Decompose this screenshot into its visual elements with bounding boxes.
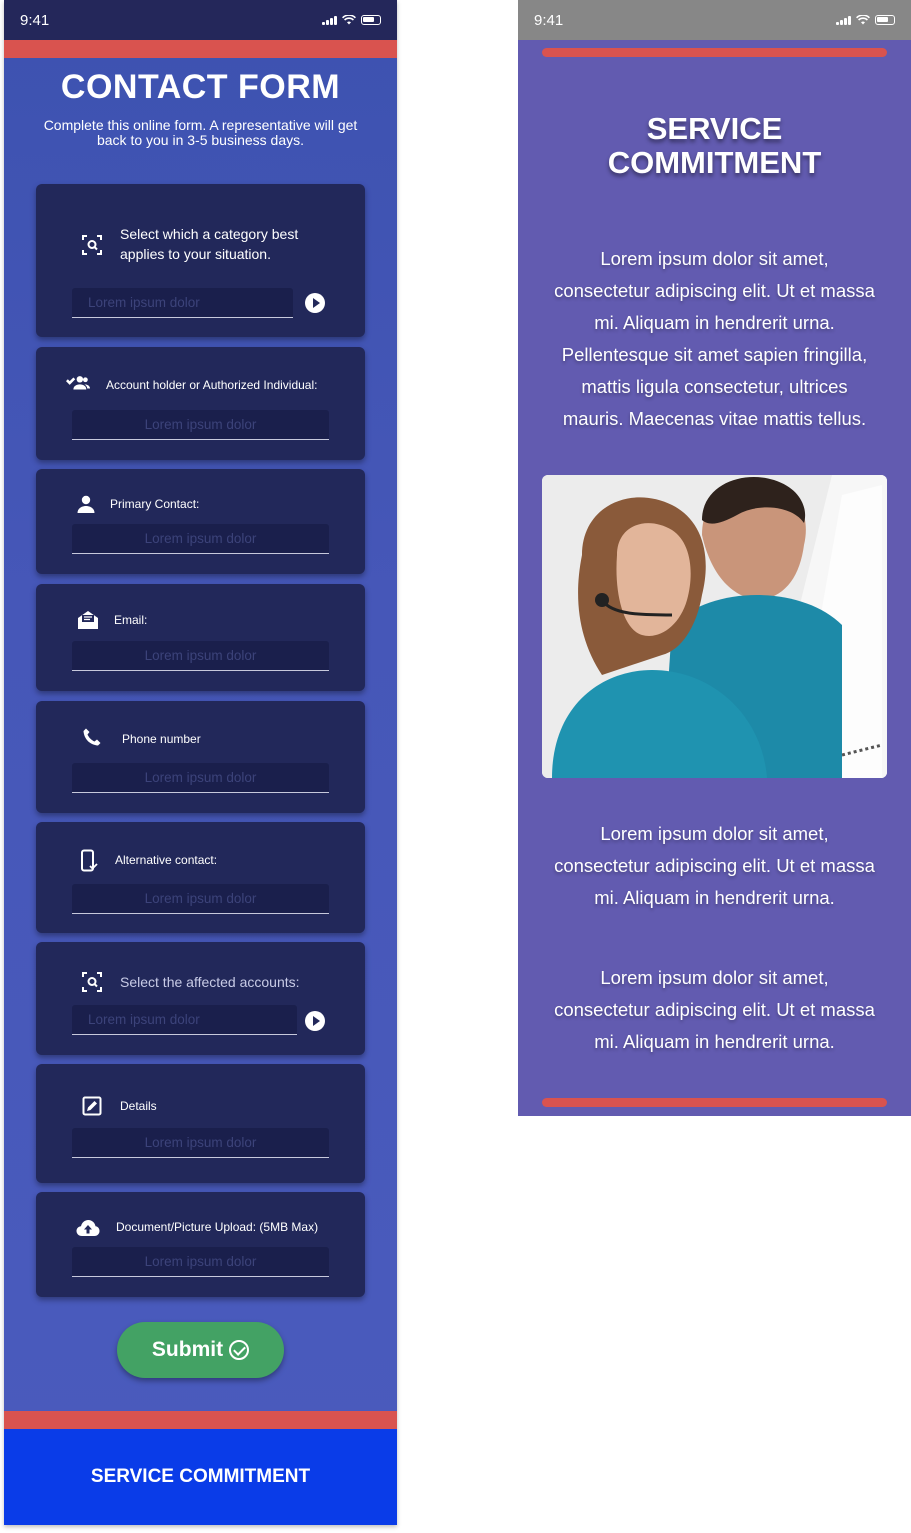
check-circle-icon <box>229 1340 250 1360</box>
contact-form-screen: 9:41 CONTACT FORM Complete this online f… <box>4 0 397 1525</box>
paragraph-3: Lorem ipsum dolor sit amet, consectetur … <box>554 967 875 1052</box>
details-label: Details <box>120 1099 157 1113</box>
primary-contact-input[interactable]: Lorem ipsum dolor <box>72 524 329 554</box>
service-commitment-screen: 9:41 SERVICE COMMITMENT Lorem ipsum dolo… <box>518 0 911 1116</box>
primary-contact-label: Primary Contact: <box>110 497 200 511</box>
email-card: Email: Lorem ipsum dolor <box>36 584 365 691</box>
footer-label: SERVICE COMMITMENT <box>90 1466 311 1487</box>
affected-accounts-card: Select the affected accounts: Lorem ipsu… <box>36 942 365 1055</box>
header-accent-bar <box>4 40 397 58</box>
details-card: Details Lorem ipsum dolor <box>36 1064 365 1183</box>
battery-icon <box>361 15 381 25</box>
footer-accent-bar <box>4 1411 397 1429</box>
status-icons <box>322 15 381 25</box>
phone-label: Phone number <box>122 732 201 746</box>
alternative-contact-label: Alternative contact: <box>115 853 218 867</box>
email-field[interactable]: Lorem ipsum dolor <box>72 641 329 671</box>
service-commitment-nav-button[interactable]: SERVICE COMMITMENT <box>4 1429 397 1525</box>
account-holder-input[interactable]: Lorem ipsum dolor <box>72 410 329 440</box>
top-accent-bar <box>542 48 887 57</box>
phone-input[interactable]: Lorem ipsum dolor <box>72 763 329 793</box>
status-time: 9:41 <box>20 11 50 29</box>
category-label: Select which a category best applies to … <box>120 226 299 262</box>
signal-icon <box>836 15 851 25</box>
scan-search-icon <box>80 233 104 257</box>
wifi-icon <box>856 15 870 25</box>
upload-input[interactable]: Lorem ipsum dolor <box>72 1247 329 1277</box>
upload-label: Document/Picture Upload: (5MB Max) <box>116 1220 319 1234</box>
phone-icon <box>80 725 104 749</box>
alternative-contact-card: Alternative contact: Lorem ipsum dolor <box>36 822 365 933</box>
edit-square-icon <box>80 1094 104 1118</box>
open-mail-icon <box>76 608 100 632</box>
status-bar: 9:41 <box>518 0 911 40</box>
scan-search-icon <box>80 970 104 994</box>
page-title: CONTACT FORM <box>60 68 341 106</box>
details-input[interactable]: Lorem ipsum dolor <box>72 1128 329 1158</box>
page-subtitle: Complete this online form. A representat… <box>43 117 358 148</box>
users-check-icon <box>66 371 90 395</box>
affected-accounts-label: Select the affected accounts: <box>120 974 300 990</box>
bottom-accent-bar <box>542 1098 887 1107</box>
status-bar: 9:41 <box>4 0 397 40</box>
status-time: 9:41 <box>534 11 564 29</box>
signal-icon <box>322 15 337 25</box>
upload-card: Document/Picture Upload: (5MB Max) Lorem… <box>36 1192 365 1297</box>
cloud-upload-icon <box>76 1216 100 1240</box>
affected-accounts-select[interactable]: Lorem ipsum dolor <box>72 1005 297 1035</box>
status-icons <box>836 15 895 25</box>
primary-contact-card: Primary Contact: Lorem ipsum dolor <box>36 469 365 574</box>
page-title: SERVICE COMMITMENT <box>518 112 911 180</box>
category-select[interactable]: Lorem ipsum dolor <box>72 288 293 318</box>
submit-button[interactable]: Submit <box>117 1322 284 1378</box>
alternative-contact-input[interactable]: Lorem ipsum dolor <box>72 884 329 914</box>
affected-accounts-next-button[interactable] <box>305 1011 325 1031</box>
mobile-check-icon <box>76 849 100 873</box>
paragraph-1: Lorem ipsum dolor sit amet, consectetur … <box>554 248 875 429</box>
category-next-button[interactable] <box>305 293 325 313</box>
category-card: Select which a category best applies to … <box>36 184 365 337</box>
paragraph-2: Lorem ipsum dolor sit amet, consectetur … <box>554 823 875 908</box>
page-title-text: SERVICE COMMITMENT <box>607 111 822 180</box>
battery-icon <box>875 15 895 25</box>
person-icon <box>74 492 98 516</box>
submit-label: Submit <box>151 1338 224 1361</box>
email-label: Email: <box>114 613 148 627</box>
account-holder-card: Account holder or Authorized Individual:… <box>36 347 365 460</box>
phone-card: Phone number Lorem ipsum dolor <box>36 701 365 813</box>
wifi-icon <box>342 15 356 25</box>
account-holder-label: Account holder or Authorized Individual: <box>106 378 318 392</box>
support-agents-photo <box>542 475 887 778</box>
